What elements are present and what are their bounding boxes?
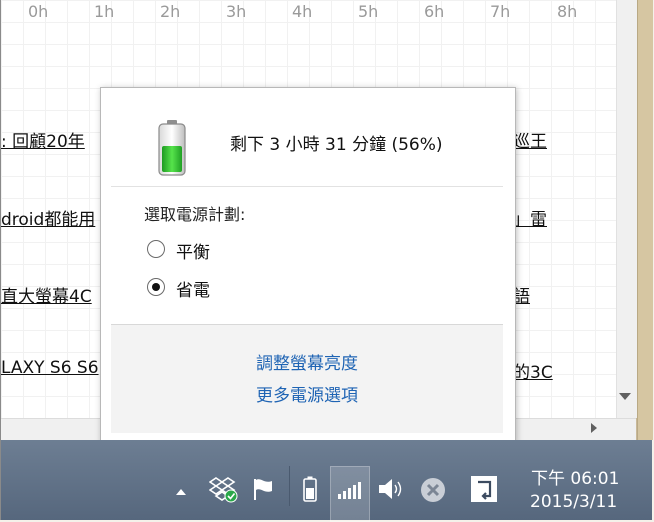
plan-balanced-radio[interactable]: 平衡: [147, 238, 267, 263]
scroll-down-arrow-icon[interactable]: [619, 393, 631, 400]
hour-label: 0h: [28, 2, 49, 21]
clock-time[interactable]: 下午 06:01: [531, 464, 619, 489]
hour-label: 1h: [94, 2, 115, 21]
hour-label: 5h: [358, 2, 379, 21]
article-link[interactable]: droid都能用: [1, 205, 95, 230]
clock-date[interactable]: 2015/3/11: [530, 492, 617, 512]
window-border-right: [637, 0, 653, 440]
radio-button[interactable]: [147, 240, 165, 258]
taskbar: 下午 06:01 2015/3/11: [1, 440, 652, 522]
article-link[interactable]: 直大螢幕4C: [1, 282, 92, 307]
radio-button-selected[interactable]: [147, 278, 165, 296]
hour-label: 3h: [226, 2, 247, 21]
article-link[interactable]: LAXY S6 S6: [1, 358, 99, 378]
more-power-options-link[interactable]: 更多電源選項: [111, 381, 503, 406]
hour-label: 4h: [292, 2, 313, 21]
power-links-section: 調整螢幕亮度 更多電源選項: [111, 325, 503, 433]
plan-power-saver-radio[interactable]: 省電: [147, 276, 267, 301]
battery-icon: [158, 120, 186, 180]
hour-label: 8h: [557, 2, 578, 21]
power-plan-label: 選取電源計劃:: [144, 205, 246, 224]
adjust-brightness-link[interactable]: 調整螢幕亮度: [111, 349, 503, 374]
plan-label: 平衡: [176, 243, 210, 263]
show-hidden-icons-button[interactable]: [175, 482, 187, 495]
show-desktop-icon[interactable]: [471, 476, 497, 502]
tray-separator: [289, 466, 290, 506]
battery-remaining-text: 剩下 3 小時 31 分鐘 (56%): [230, 135, 443, 155]
article-link[interactable]: 」雷: [513, 205, 547, 230]
hour-axis: 0h 1h 2h 3h 4h 5h 6h 7h 8h: [1, 0, 616, 22]
network-signal-icon[interactable]: [337, 480, 363, 500]
hour-label: 6h: [424, 2, 445, 21]
hour-label: 2h: [160, 2, 181, 21]
article-link[interactable]: : 回顧20年: [1, 127, 85, 152]
battery-tray-icon[interactable]: [303, 476, 317, 502]
vertical-scrollbar[interactable]: [616, 0, 637, 418]
plan-label: 省電: [176, 281, 210, 301]
battery-popup: 剩下 3 小時 31 分鐘 (56%) 選取電源計劃: 平衡 省電 調整螢幕亮度…: [100, 87, 516, 444]
action-center-flag-icon[interactable]: [251, 476, 277, 502]
dropbox-icon[interactable]: [208, 474, 239, 504]
volume-icon[interactable]: [377, 476, 407, 502]
article-link[interactable]: 的3C: [513, 358, 553, 383]
battery-status-section: 剩下 3 小時 31 分鐘 (56%): [111, 98, 503, 187]
article-link[interactable]: 巡王: [513, 127, 547, 152]
radio-dot-icon: [152, 283, 160, 291]
hour-label: 7h: [490, 2, 511, 21]
power-plan-section: 選取電源計劃: 平衡 省電: [111, 187, 503, 325]
close-circle-icon[interactable]: [420, 477, 446, 503]
scroll-right-arrow-icon[interactable]: [591, 423, 597, 433]
